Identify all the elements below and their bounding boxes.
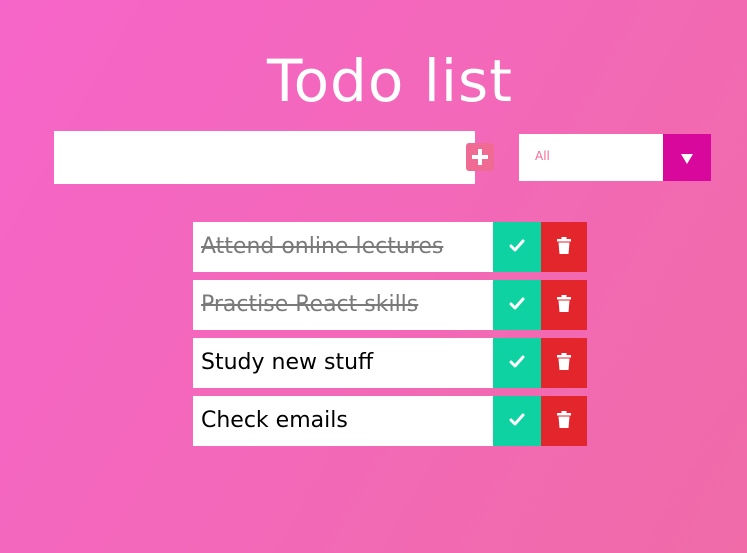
complete-button[interactable] bbox=[493, 338, 541, 388]
trash-icon bbox=[557, 295, 571, 312]
complete-button[interactable] bbox=[493, 396, 541, 446]
delete-button[interactable] bbox=[541, 338, 587, 388]
todo-item: Practise React skills bbox=[193, 280, 587, 330]
check-icon bbox=[509, 297, 525, 310]
todo-text: Attend online lectures bbox=[193, 222, 493, 272]
check-icon bbox=[509, 413, 525, 426]
todo-input[interactable] bbox=[54, 131, 454, 184]
delete-button[interactable] bbox=[541, 222, 587, 272]
filter-select[interactable]: All bbox=[519, 134, 711, 181]
check-icon bbox=[509, 355, 525, 368]
add-todo-form bbox=[54, 131, 494, 184]
check-icon bbox=[509, 239, 525, 252]
trash-icon bbox=[557, 237, 571, 254]
todo-item: Attend online lectures bbox=[193, 222, 587, 272]
filter-selected-value: All bbox=[535, 149, 550, 163]
delete-button[interactable] bbox=[541, 396, 587, 446]
todo-item: Check emails bbox=[193, 396, 587, 446]
triangle-down-icon bbox=[681, 154, 693, 164]
todo-text: Check emails bbox=[193, 396, 493, 446]
plus-square-icon bbox=[472, 149, 488, 165]
todo-list: Attend online lectures Practise React sk… bbox=[193, 222, 587, 454]
complete-button[interactable] bbox=[493, 280, 541, 330]
filter-dropdown-button[interactable] bbox=[663, 134, 711, 181]
delete-button[interactable] bbox=[541, 280, 587, 330]
todo-item: Study new stuff bbox=[193, 338, 587, 388]
trash-icon bbox=[557, 353, 571, 370]
trash-icon bbox=[557, 411, 571, 428]
page-title: Todo list bbox=[267, 46, 513, 115]
todo-text: Study new stuff bbox=[193, 338, 493, 388]
todo-text: Practise React skills bbox=[193, 280, 493, 330]
complete-button[interactable] bbox=[493, 222, 541, 272]
add-button[interactable] bbox=[466, 143, 494, 171]
